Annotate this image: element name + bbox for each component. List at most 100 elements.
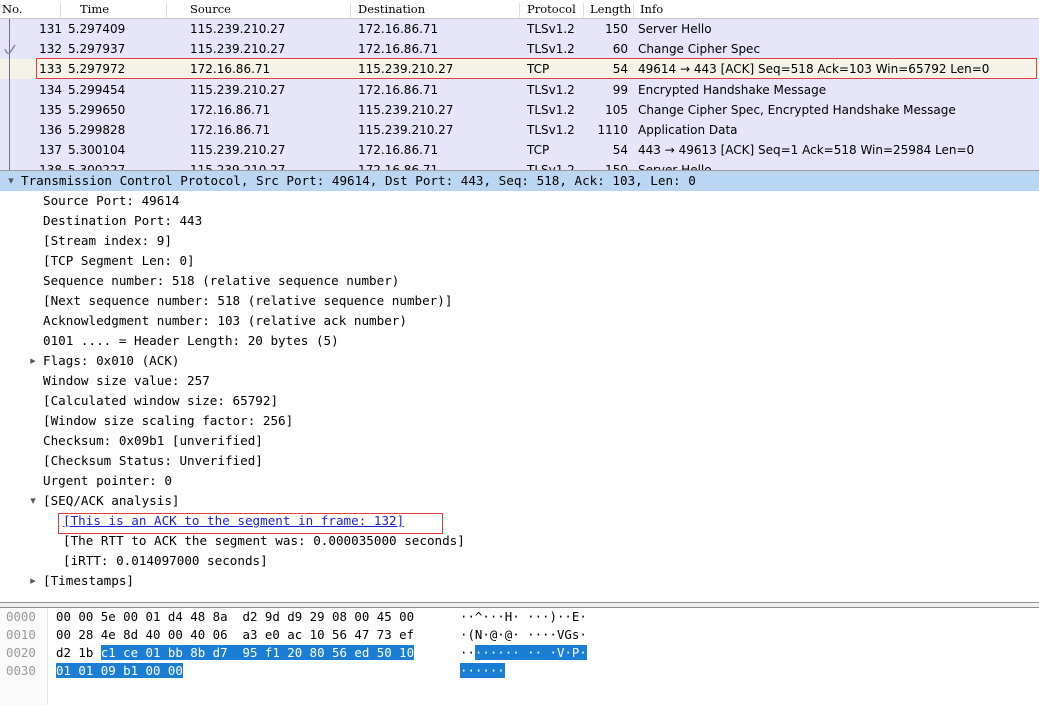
cell-source: 115.239.210.27: [190, 83, 286, 97]
column-header-length[interactable]: Length: [590, 2, 631, 16]
hex-bytes[interactable]: 01 01 09 b1 00 00: [56, 662, 183, 680]
column-header-destination[interactable]: Destination: [358, 2, 425, 16]
table-row[interactable]: 131 5.297409 115.239.210.27 172.16.86.71…: [0, 19, 1039, 39]
tree-item-label: Window size value: 257: [43, 373, 210, 388]
cell-length: 54: [612, 143, 628, 157]
tree-item-label: [The RTT to ACK the segment was: 0.00003…: [63, 533, 465, 548]
tree-item-next-sequence-number[interactable]: [Next sequence number: 518 (relative seq…: [0, 291, 1039, 311]
hex-bytes[interactable]: d2 1b c1 ce 01 bb 8b d7 95 f1 20 80 56 e…: [56, 644, 415, 662]
hex-ascii[interactable]: ·(N·@·@· ····VGs·: [460, 626, 587, 644]
tree-item-calculated-window-size[interactable]: [Calculated window size: 65792]: [0, 391, 1039, 411]
tree-item-stream-index[interactable]: [Stream index: 9]: [0, 231, 1039, 251]
cell-source: 172.16.86.71: [190, 123, 271, 137]
hex-offset: 0010: [6, 627, 36, 642]
tree-item-window-size-value[interactable]: Window size value: 257: [0, 371, 1039, 391]
hex-ascii[interactable]: ··^···H· ···)··E·: [460, 608, 587, 626]
hex-dump-pane[interactable]: 0000 00 00 5e 00 01 d4 48 8a d2 9d d9 29…: [0, 608, 1039, 705]
hex-row[interactable]: 0010 00 28 4e 8d 40 00 40 06 a3 e0 ac 10…: [0, 626, 1039, 644]
column-divider[interactable]: [519, 3, 520, 17]
cell-time: 5.300104: [68, 143, 126, 157]
tree-item-label: [Window size scaling factor: 256]: [43, 413, 294, 428]
tree-item-label: 0101 .... = Header Length: 20 bytes (5): [43, 333, 339, 348]
cell-source: 172.16.86.71: [190, 103, 271, 117]
column-header-protocol[interactable]: Protocol: [527, 2, 576, 16]
tree-item-ack-to-frame-link[interactable]: [This is an ACK to the segment in frame:…: [0, 511, 1039, 531]
column-header-info[interactable]: Info: [640, 2, 663, 16]
tree-item-label: Destination Port: 443: [43, 213, 203, 228]
tree-item-checksum[interactable]: Checksum: 0x09b1 [unverified]: [0, 431, 1039, 451]
tree-item-label: Checksum: 0x09b1 [unverified]: [43, 433, 263, 448]
column-divider[interactable]: [350, 3, 351, 17]
tree-item-seq-ack-analysis[interactable]: ▾ [SEQ/ACK analysis]: [0, 491, 1039, 511]
hex-row[interactable]: 0000 00 00 5e 00 01 d4 48 8a d2 9d d9 29…: [0, 608, 1039, 626]
table-row[interactable]: 137 5.300104 115.239.210.27 172.16.86.71…: [0, 140, 1039, 160]
hex-bytes-plain: 00 28 4e 8d 40 00 40 06 a3 e0 ac 10 56 4…: [56, 627, 415, 642]
column-divider[interactable]: [60, 3, 61, 17]
hex-bytes-plain: d2 1b: [56, 645, 101, 660]
hex-row[interactable]: 0020 d2 1b c1 ce 01 bb 8b d7 95 f1 20 80…: [0, 644, 1039, 662]
tree-item-label: Source Port: 49614: [43, 193, 180, 208]
tree-item-checksum-status[interactable]: [Checksum Status: Unverified]: [0, 451, 1039, 471]
hex-ascii[interactable]: ········ ·· ·V·P·: [460, 644, 587, 662]
cell-length: 99: [612, 83, 628, 97]
column-header-no[interactable]: No.: [2, 2, 22, 16]
cell-length: 60: [612, 42, 628, 56]
chevron-down-icon[interactable]: ▾: [26, 491, 40, 511]
cell-time: 5.299650: [68, 103, 126, 117]
chevron-right-icon[interactable]: ▸: [26, 351, 40, 371]
tree-item-label: Transmission Control Protocol, Src Port:…: [21, 171, 696, 191]
tree-item-tcp-segment-len[interactable]: [TCP Segment Len: 0]: [0, 251, 1039, 271]
table-row[interactable]: 135 5.299650 172.16.86.71 115.239.210.27…: [0, 100, 1039, 120]
hex-bytes[interactable]: 00 28 4e 8d 40 00 40 06 a3 e0 ac 10 56 4…: [56, 626, 414, 644]
ack-frame-link[interactable]: [This is an ACK to the segment in frame:…: [63, 511, 404, 531]
cell-source: 115.239.210.27: [190, 143, 286, 157]
cell-info: Change Cipher Spec, Encrypted Handshake …: [638, 103, 956, 117]
cell-info: Server Hello: [638, 22, 712, 36]
tree-item-urgent-pointer[interactable]: Urgent pointer: 0: [0, 471, 1039, 491]
cell-info: Encrypted Handshake Message: [638, 83, 827, 97]
hex-ascii-plain: ··^···H· ···)··E·: [460, 609, 587, 624]
tree-item-window-scaling-factor[interactable]: [Window size scaling factor: 256]: [0, 411, 1039, 431]
table-row[interactable]: 132 5.297937 115.239.210.27 172.16.86.71…: [0, 39, 1039, 59]
column-divider[interactable]: [633, 3, 634, 17]
hex-row[interactable]: 0030 01 01 09 b1 00 00 ······: [0, 662, 1039, 680]
tree-item-label: [Calculated window size: 65792]: [43, 393, 279, 408]
cell-source: 115.239.210.27: [190, 163, 286, 170]
packet-detail-pane[interactable]: ▾ Transmission Control Protocol, Src Por…: [0, 170, 1039, 602]
tree-item-sequence-number[interactable]: Sequence number: 518 (relative sequence …: [0, 271, 1039, 291]
column-header-time[interactable]: Time: [80, 2, 109, 16]
cell-source: 115.239.210.27: [190, 42, 286, 56]
tree-item-timestamps[interactable]: ▸ [Timestamps]: [0, 571, 1039, 591]
tree-item-destination-port[interactable]: Destination Port: 443: [0, 211, 1039, 231]
hex-ascii-highlighted: ······ ·· ·V·P·: [474, 645, 587, 660]
wireshark-window: No. Time Source Destination Protocol Len…: [0, 0, 1039, 705]
cell-source: 172.16.86.71: [190, 62, 271, 76]
tree-item-header-length[interactable]: 0101 .... = Header Length: 20 bytes (5): [0, 331, 1039, 351]
tree-item-flags[interactable]: ▸ Flags: 0x010 (ACK): [0, 351, 1039, 371]
hex-offset: 0000: [6, 609, 36, 624]
column-divider[interactable]: [583, 3, 584, 17]
chevron-down-icon[interactable]: ▾: [4, 171, 18, 191]
table-row[interactable]: 136 5.299828 172.16.86.71 115.239.210.27…: [0, 120, 1039, 140]
tree-item-label: [Checksum Status: Unverified]: [43, 453, 263, 468]
cell-info: 49614 → 443 [ACK] Seq=518 Ack=103 Win=65…: [638, 62, 990, 76]
tree-item-irtt[interactable]: [iRTT: 0.014097000 seconds]: [0, 551, 1039, 571]
packet-list-pane[interactable]: No. Time Source Destination Protocol Len…: [0, 0, 1039, 170]
hex-ascii[interactable]: ······: [460, 662, 505, 680]
hex-bytes[interactable]: 00 00 5e 00 01 d4 48 8a d2 9d d9 29 08 0…: [56, 608, 414, 626]
tree-item-rtt-to-ack[interactable]: [The RTT to ACK the segment was: 0.00003…: [0, 531, 1039, 551]
hex-bytes-highlighted: 01 01 09 b1 00 00: [56, 663, 183, 678]
column-header-source[interactable]: Source: [190, 2, 231, 16]
column-divider[interactable]: [166, 3, 167, 17]
table-row[interactable]: 138 5.300227 115.239.210.27 172.16.86.71…: [0, 160, 1039, 170]
cell-length: 150: [605, 22, 628, 36]
chevron-right-icon[interactable]: ▸: [26, 571, 40, 591]
tree-item-tcp-protocol[interactable]: ▾ Transmission Control Protocol, Src Por…: [0, 171, 1039, 191]
tree-item-source-port[interactable]: Source Port: 49614: [0, 191, 1039, 211]
table-row[interactable]: 134 5.299454 115.239.210.27 172.16.86.71…: [0, 80, 1039, 100]
table-row-selected[interactable]: 133 5.297972 172.16.86.71 115.239.210.27…: [0, 59, 1039, 79]
tree-item-acknowledgment-number[interactable]: Acknowledgment number: 103 (relative ack…: [0, 311, 1039, 331]
cell-destination: 172.16.86.71: [358, 83, 439, 97]
packet-list-rows[interactable]: 131 5.297409 115.239.210.27 172.16.86.71…: [0, 19, 1039, 170]
packet-list-header[interactable]: No. Time Source Destination Protocol Len…: [0, 0, 1039, 19]
